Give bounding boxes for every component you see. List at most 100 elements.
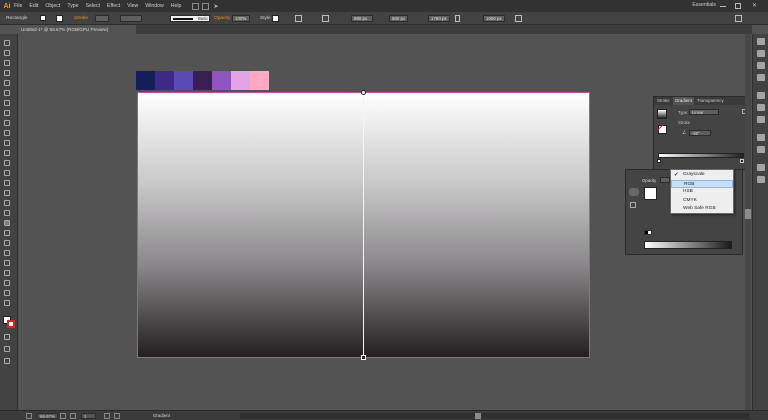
gradient-stop-end[interactable]: [740, 159, 744, 163]
arrange-documents-icon[interactable]: [202, 2, 210, 10]
menu-edit[interactable]: Edit: [29, 3, 38, 9]
x-field[interactable]: 880 px: [351, 15, 373, 22]
stroke-weight-field[interactable]: [95, 15, 109, 22]
rectangle-tool-icon[interactable]: [4, 110, 10, 116]
rotate-tool-icon[interactable]: [4, 150, 10, 156]
blend-tool-icon[interactable]: [4, 240, 10, 246]
gradient-preview-swatch[interactable]: [657, 109, 667, 119]
vertical-scrollbar[interactable]: [745, 34, 751, 410]
first-artboard-icon[interactable]: [60, 413, 66, 419]
layers-panel-icon[interactable]: [757, 164, 765, 171]
gradient-type-select[interactable]: Linear: [689, 109, 719, 115]
close-button[interactable]: ✕: [752, 2, 757, 9]
column-graph-tool-icon[interactable]: [4, 260, 10, 266]
direct-selection-tool-icon[interactable]: [4, 50, 10, 56]
horizontal-scrollbar[interactable]: [240, 413, 750, 419]
fill-swatch[interactable]: [40, 15, 46, 21]
drawing-mode-icon[interactable]: [4, 346, 10, 352]
horizontal-scroll-thumb[interactable]: [475, 413, 481, 419]
graphic-styles-panel-icon[interactable]: [757, 146, 765, 153]
artboard-tool-icon[interactable]: [4, 270, 10, 276]
menu-item-hsb[interactable]: HSB: [671, 188, 733, 197]
perspective-grid-tool-icon[interactable]: [4, 200, 10, 206]
opacity-field[interactable]: 100%: [232, 15, 250, 22]
menu-item-grayscale[interactable]: ✔ Grayscale: [671, 171, 733, 180]
next-artboard-icon[interactable]: [104, 413, 110, 419]
stroke-panel-icon[interactable]: [757, 92, 765, 99]
gradient-slider[interactable]: [658, 153, 744, 158]
symbol-sprayer-tool-icon[interactable]: [4, 250, 10, 256]
paintbrush-tool-icon[interactable]: [4, 120, 10, 126]
pencil-tool-icon[interactable]: [4, 130, 10, 136]
artboards-panel-icon[interactable]: [757, 176, 765, 183]
transparency-panel-icon[interactable]: [757, 116, 765, 123]
menu-file[interactable]: File: [14, 3, 22, 9]
height-field[interactable]: 1000 px: [483, 15, 505, 22]
send-icon[interactable]: ➤: [213, 3, 218, 10]
width-tool-icon[interactable]: [4, 170, 10, 176]
slice-tool-icon[interactable]: [4, 280, 10, 286]
width-field[interactable]: 1760 px: [428, 15, 450, 22]
eyedropper-tool-icon[interactable]: [4, 230, 10, 236]
color-guide-icon[interactable]: [757, 38, 765, 45]
scale-tool-icon[interactable]: [4, 160, 10, 166]
swatches-panel-icon[interactable]: [757, 50, 765, 57]
panel-menu-icon[interactable]: [735, 15, 742, 22]
selection-tool-icon[interactable]: [4, 40, 10, 46]
graphic-style-swatch[interactable]: [272, 15, 279, 22]
color-fill-box[interactable]: [644, 187, 657, 200]
gradient-tool-icon[interactable]: [4, 220, 10, 226]
free-transform-tool-icon[interactable]: [4, 180, 10, 186]
swatch-indigo[interactable]: [155, 71, 174, 90]
menu-item-rgb[interactable]: RGB: [671, 179, 733, 188]
color-spectrum-bar[interactable]: [644, 241, 732, 249]
brush-definition[interactable]: Basic: [170, 15, 210, 22]
screen-mode-icon[interactable]: [4, 358, 10, 364]
angle-field[interactable]: -90°: [689, 130, 711, 136]
vertical-scroll-thumb[interactable]: [745, 209, 751, 219]
swatch-pink[interactable]: [250, 71, 269, 90]
magic-wand-tool-icon[interactable]: [4, 60, 10, 66]
tab-gradient[interactable]: Gradient: [673, 97, 694, 105]
zoom-tool-icon[interactable]: [4, 300, 10, 306]
menu-type[interactable]: Type: [67, 3, 78, 9]
lasso-tool-icon[interactable]: [4, 70, 10, 76]
tab-transparency[interactable]: Transparency: [695, 97, 726, 105]
appearance-panel-icon[interactable]: [757, 134, 765, 141]
symbols-panel-icon[interactable]: [757, 74, 765, 81]
stroke-label[interactable]: Stroke: [74, 15, 88, 22]
gradient-end-handle[interactable]: [361, 355, 366, 360]
zoom-down-icon[interactable]: [26, 413, 32, 419]
transform-icon[interactable]: [515, 15, 522, 22]
bridge-icon[interactable]: [192, 2, 200, 10]
eraser-tool-icon[interactable]: [4, 140, 10, 146]
current-tool-label[interactable]: Gradient: [153, 413, 170, 419]
menu-effect[interactable]: Effect: [107, 3, 120, 9]
menu-object[interactable]: Object: [45, 3, 60, 9]
stroke-swatch[interactable]: [56, 15, 63, 22]
last-artboard-icon[interactable]: [114, 413, 120, 419]
maximize-button[interactable]: [735, 3, 741, 9]
gradient-stop-start[interactable]: [657, 159, 661, 163]
variable-width-profile[interactable]: [120, 15, 142, 22]
color-mode-icon[interactable]: [4, 334, 10, 340]
link-icon[interactable]: [455, 15, 460, 22]
gradient-annotator-line[interactable]: [363, 90, 364, 358]
opacity-label[interactable]: Opacity: [214, 15, 230, 22]
swatch-purple[interactable]: [212, 71, 231, 90]
stroke-toggle-icon[interactable]: [630, 202, 636, 208]
menu-item-web-safe-rgb[interactable]: Web Safe RGB: [671, 205, 733, 214]
type-tool-icon[interactable]: [4, 90, 10, 96]
y-field[interactable]: 500 px: [389, 15, 408, 22]
swatch-plum[interactable]: [193, 71, 212, 90]
previous-artboard-icon[interactable]: [70, 413, 76, 419]
workspace-switcher[interactable]: Essentials: [692, 2, 716, 8]
tab-stroke[interactable]: Stroke: [655, 97, 672, 105]
menu-help[interactable]: Help: [171, 3, 182, 9]
menu-select[interactable]: Select: [86, 3, 100, 9]
black-white-swatches[interactable]: [644, 230, 652, 235]
hand-tool-icon[interactable]: [4, 290, 10, 296]
pen-tool-icon[interactable]: [4, 80, 10, 86]
gradient-panel-icon[interactable]: [757, 104, 765, 111]
menu-item-cmyk[interactable]: CMYK: [671, 197, 733, 206]
